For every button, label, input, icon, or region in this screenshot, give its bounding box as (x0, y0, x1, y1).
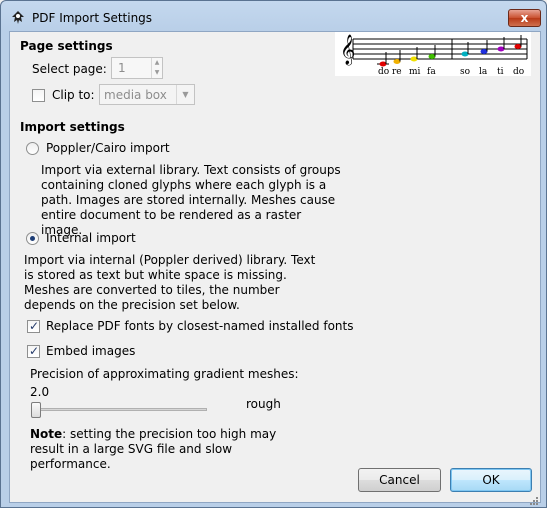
close-button[interactable]: x (508, 9, 541, 27)
window-title: PDF Import Settings (32, 11, 153, 25)
replace-fonts-checkbox[interactable]: ✓ (27, 319, 40, 333)
note-bold-label: Note (30, 427, 63, 441)
ok-button[interactable]: OK (450, 468, 532, 492)
poppler-import-description: Import via external library. Text consis… (41, 163, 341, 237)
select-page-value: 1 (118, 61, 126, 75)
chevron-down-icon: ▼ (176, 85, 194, 104)
cancel-button[interactable]: Cancel (358, 468, 441, 492)
precision-value: 2.0 (30, 385, 50, 399)
checkmark-icon: ✓ (29, 319, 40, 333)
clip-to-label: Clip to: (52, 88, 95, 102)
select-page-label: Select page: (32, 62, 107, 76)
precision-note: Note: setting the precision too high may… (30, 427, 310, 472)
select-page-spinner[interactable]: 1 ▲ ▼ (111, 57, 163, 79)
music-note-label: do (378, 67, 389, 76)
precision-slider-track[interactable] (31, 408, 207, 411)
music-note-label: ti (497, 67, 504, 76)
dialog-content: Page settings Select page: 1 ▲ ▼ Clip to… (9, 31, 541, 503)
spin-up-icon[interactable]: ▲ (153, 58, 161, 67)
music-note-label: fa (427, 67, 436, 76)
spinner-arrows: ▲ ▼ (151, 58, 162, 78)
precision-slider-handle[interactable] (31, 402, 41, 418)
inkscape-app-icon (12, 11, 24, 24)
title-bar[interactable]: PDF Import Settings x (1, 1, 546, 31)
checkmark-icon: ✓ (29, 344, 40, 358)
resize-grip-icon[interactable] (528, 495, 538, 505)
embed-images-label: Embed images (46, 344, 136, 358)
music-note-label: la (479, 67, 488, 76)
clip-to-select[interactable]: media box ▼ (99, 84, 195, 105)
poppler-import-label: Poppler/Cairo import (46, 141, 170, 155)
internal-import-radio[interactable] (26, 232, 39, 245)
music-note-label: mi (409, 67, 421, 76)
treble-clef-icon: 𝄞 (340, 34, 355, 66)
dialog-window: PDF Import Settings x Page settings Sele… (0, 0, 547, 508)
note-text: : setting the precision too high may res… (30, 427, 277, 471)
precision-rough-label: rough (246, 397, 281, 411)
music-note-label: do (513, 67, 524, 76)
music-notes-image: 𝄞 do re mi fa so la ti do (335, 32, 531, 77)
music-staff-graphic: 𝄞 do re mi fa so la ti do (340, 34, 528, 77)
internal-import-description: Import via internal (Poppler derived) li… (24, 253, 316, 312)
spin-down-icon[interactable]: ▼ (153, 68, 161, 77)
music-note-label: re (392, 67, 402, 76)
import-settings-heading: Import settings (20, 120, 125, 134)
page-settings-heading: Page settings (20, 39, 113, 53)
music-note-label: so (460, 67, 470, 76)
clip-to-value: media box (104, 88, 167, 102)
internal-import-label: Internal import (46, 231, 136, 245)
precision-label: Precision of approximating gradient mesh… (30, 367, 299, 381)
replace-fonts-label: Replace PDF fonts by closest-named insta… (46, 319, 354, 333)
clip-to-checkbox[interactable] (32, 89, 45, 102)
embed-images-checkbox[interactable]: ✓ (27, 344, 40, 358)
poppler-import-radio[interactable] (26, 142, 39, 155)
radio-selected-dot (30, 236, 35, 241)
